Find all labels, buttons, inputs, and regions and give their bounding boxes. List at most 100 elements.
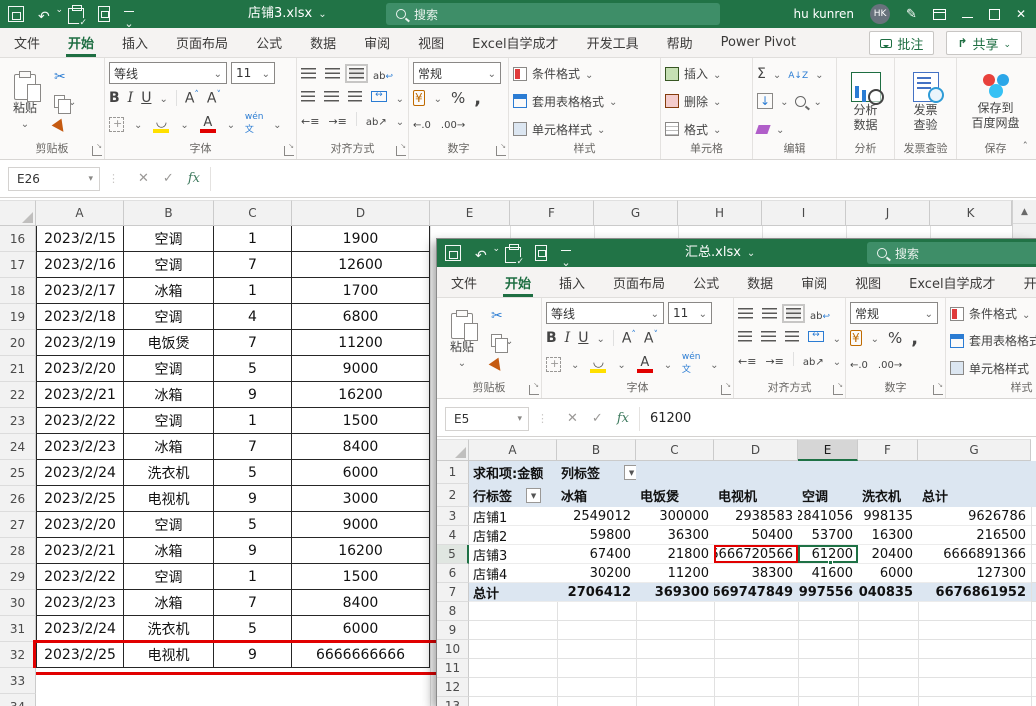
pivot-header-cell[interactable]: 电视机 — [714, 484, 798, 507]
cell-product[interactable]: 空调 — [124, 304, 214, 330]
row-number[interactable]: 9 — [437, 621, 469, 640]
cell-quantity[interactable]: 7 — [214, 330, 292, 356]
pivot-col-label-cell[interactable]: 列标签 ▼ — [557, 461, 636, 484]
pivot-cell[interactable]: 2841056 — [798, 507, 858, 525]
column-header[interactable]: G — [594, 200, 678, 226]
row-number[interactable]: 2 — [437, 484, 469, 507]
increase-font-button[interactable]: A — [622, 330, 636, 347]
pivot-header-cell[interactable]: 空调 — [798, 484, 858, 507]
row-number[interactable]: 19 — [0, 304, 36, 330]
cell-date[interactable] — [36, 668, 124, 694]
underline-button[interactable]: U — [141, 90, 151, 106]
cell-quantity[interactable]: 9 — [214, 382, 292, 408]
undo-icon[interactable] — [38, 6, 54, 22]
align-right-button[interactable] — [785, 331, 799, 342]
merge-dropdown-icon[interactable] — [833, 327, 841, 346]
pivot-cell[interactable]: 59800 — [557, 526, 636, 544]
pivot-cell[interactable]: 20400 — [858, 545, 918, 563]
row-number[interactable]: 29 — [0, 564, 36, 590]
ribbon-tab[interactable]: 开发工具 — [1010, 267, 1036, 297]
cell-date[interactable]: 2023/2/15 — [36, 226, 124, 252]
ribbon-tab[interactable]: 公式 — [679, 267, 733, 297]
pivot-cell[interactable]: 41600 — [798, 564, 858, 582]
cell-quantity[interactable]: 1 — [214, 564, 292, 590]
cell-product[interactable]: 冰箱 — [124, 590, 214, 616]
pivot-cell[interactable]: 11200 — [636, 564, 714, 582]
currency-dropdown-icon[interactable] — [434, 90, 442, 106]
column-header[interactable]: E — [430, 200, 510, 226]
search-box[interactable]: 搜索 — [386, 3, 720, 25]
pivot-cell[interactable]: 36300 — [636, 526, 714, 544]
ribbon-tab[interactable]: 视图 — [841, 267, 895, 297]
row-number[interactable]: 12 — [437, 678, 469, 697]
align-right-button[interactable] — [348, 91, 362, 102]
format-painter-button[interactable] — [50, 116, 80, 138]
pivot-cell[interactable]: 30200 — [557, 564, 636, 582]
cell-amount[interactable]: 6666666666 — [292, 642, 430, 668]
row-number[interactable]: 32 — [0, 642, 36, 668]
pivot-cell[interactable]: 38300 — [714, 564, 798, 582]
pivot-header-cell[interactable]: 总计 — [918, 484, 1031, 507]
align-center-button[interactable] — [324, 91, 338, 102]
column-header[interactable]: H — [678, 200, 762, 226]
copy-button[interactable] — [50, 91, 80, 113]
underline-button[interactable]: U — [578, 330, 588, 346]
cell-date[interactable]: 2023/2/25 — [36, 486, 124, 512]
pivot-cell-highlighted[interactable]: 6666720566 — [714, 545, 798, 563]
cell-product[interactable]: 电饭煲 — [124, 330, 214, 356]
autosum-button[interactable] — [757, 66, 766, 82]
clipboard-dialog-launcher-icon[interactable] — [92, 146, 102, 156]
fill-handle[interactable] — [828, 560, 833, 565]
paste-button[interactable]: 粘贴 — [4, 62, 46, 141]
row-number[interactable]: 30 — [0, 590, 36, 616]
save-to-baidu-button[interactable]: 保存到 百度网盘 — [961, 62, 1030, 141]
cell-date[interactable]: 2023/2/24 — [36, 460, 124, 486]
orientation-dropdown-icon[interactable] — [396, 110, 404, 129]
close-icon[interactable] — [1016, 7, 1026, 21]
decrease-indent-button[interactable] — [738, 350, 756, 369]
cell-quantity[interactable]: 9 — [214, 538, 292, 564]
pivot-header-cell[interactable]: 洗衣机 — [858, 484, 918, 507]
select-all-corner[interactable] — [437, 439, 469, 461]
select-all-corner[interactable] — [0, 200, 36, 226]
increase-decimal-button[interactable] — [850, 356, 868, 372]
cell-quantity[interactable]: 5 — [214, 512, 292, 538]
percent-format-button[interactable] — [451, 89, 465, 107]
cancel-entry-icon[interactable]: ✕ — [138, 171, 149, 186]
pivot-cell[interactable]: 1040835 — [858, 583, 918, 601]
currency-format-button[interactable] — [413, 90, 425, 106]
clear-button[interactable] — [755, 125, 770, 134]
merge-dropdown-icon[interactable] — [396, 87, 404, 106]
quick-print-icon[interactable] — [68, 8, 84, 24]
fill-dropdown-icon[interactable] — [780, 93, 788, 109]
fill-color-dropdown-icon[interactable] — [180, 116, 188, 132]
bold-button[interactable]: B — [546, 330, 557, 346]
pivot-cell[interactable]: 6669747849 — [714, 583, 798, 601]
pivot-cell[interactable]: 6666891366 — [918, 545, 1031, 563]
cell-product[interactable]: 洗衣机 — [124, 460, 214, 486]
cell-quantity[interactable] — [214, 668, 292, 694]
cell-amount[interactable]: 8400 — [292, 434, 430, 460]
cell-amount[interactable] — [292, 694, 430, 706]
undo-icon[interactable] — [475, 245, 491, 261]
align-bottom-button[interactable] — [786, 308, 801, 319]
cell-styles-button[interactable]: 单元格样式 — [513, 119, 656, 140]
row-number[interactable]: 7 — [437, 583, 469, 602]
column-header[interactable]: F — [858, 439, 918, 461]
pivot-measure-cell[interactable]: 求和项:金额 — [469, 461, 557, 484]
row-number[interactable]: 16 — [0, 226, 36, 252]
cell-product[interactable]: 空调 — [124, 226, 214, 252]
confirm-entry-icon[interactable]: ✓ — [163, 171, 174, 186]
column-header[interactable]: B — [124, 200, 214, 226]
font-name-select[interactable]: 等线 — [109, 62, 227, 84]
column-header[interactable]: A — [469, 439, 557, 461]
font-dialog-launcher-icon[interactable] — [284, 146, 294, 156]
column-header[interactable]: F — [510, 200, 594, 226]
pivot-cell[interactable]: 2997556 — [798, 583, 858, 601]
cell-date[interactable]: 2023/2/20 — [36, 356, 124, 382]
row-number[interactable]: 11 — [437, 659, 469, 678]
format-as-table-button[interactable]: 套用表格格式 — [513, 91, 656, 112]
align-left-button[interactable] — [301, 91, 315, 102]
cell-date[interactable]: 2023/2/21 — [36, 538, 124, 564]
cancel-entry-icon[interactable]: ✕ — [567, 411, 578, 426]
